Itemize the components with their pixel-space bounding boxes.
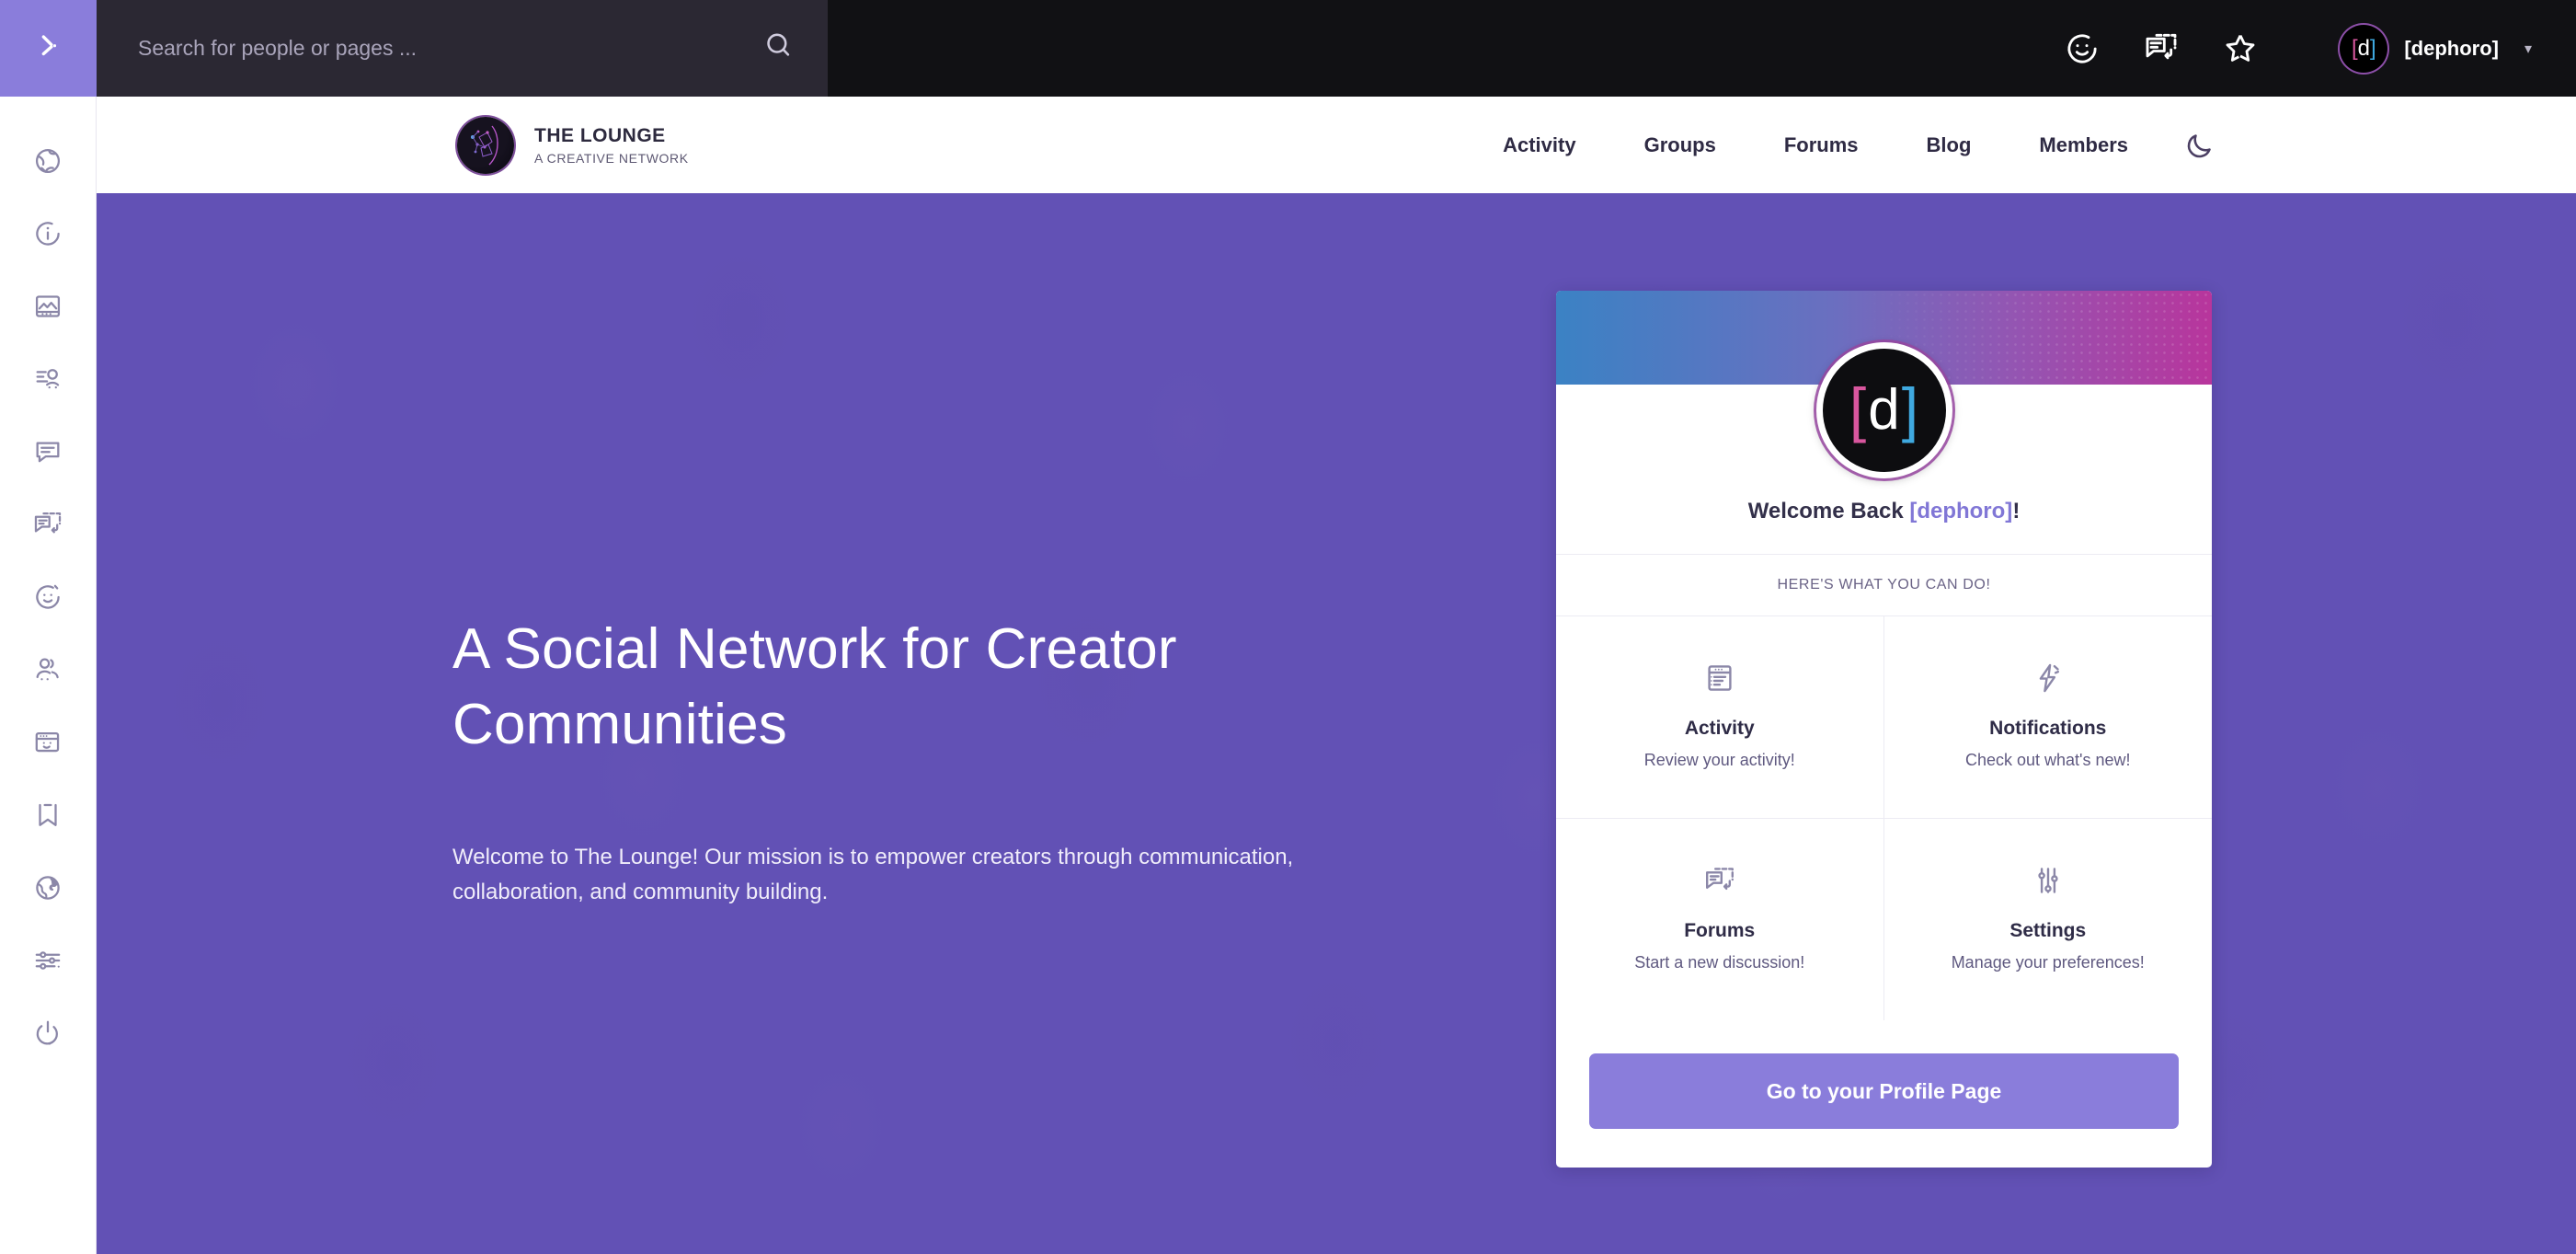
avatar-bracket-right: ]	[2369, 35, 2376, 61]
avatar: [ d ]	[2340, 24, 2388, 73]
profile-settings-icon	[32, 363, 63, 395]
nav-item-groups[interactable]: Groups	[1610, 133, 1750, 157]
avatar-bracket-left: [	[2351, 35, 2358, 61]
sidebar-item-groups[interactable]	[0, 633, 97, 706]
card-action-grid: Activity Review your activity! Notificat…	[1556, 616, 2212, 1020]
tile-title: Settings	[2009, 920, 2087, 941]
tile-desc: Start a new discussion!	[1634, 953, 1805, 972]
globe-icon	[32, 872, 63, 903]
search-icon[interactable]	[763, 30, 795, 66]
blog-window-icon	[32, 727, 63, 758]
card-strip-label: HERE'S WHAT YOU CAN DO!	[1556, 554, 2212, 616]
tile-title: Activity	[1684, 718, 1755, 739]
sidebar-item-logout[interactable]	[0, 996, 97, 1069]
tile-desc: Check out what's new!	[1964, 751, 2131, 769]
smiley-icon[interactable]	[2064, 30, 2101, 67]
forum-icon	[32, 509, 63, 540]
search-input[interactable]	[138, 36, 763, 61]
brand-title: THE LOUNGE	[534, 124, 666, 146]
card-avatar: [ d ]	[1815, 342, 1952, 478]
search-bar[interactable]	[97, 0, 828, 97]
comment-icon	[32, 436, 63, 467]
sidebar-item-settings[interactable]	[0, 924, 97, 996]
sidebar-item-info[interactable]	[0, 197, 97, 270]
left-sidebar	[0, 97, 97, 1254]
welcome-suffix: !	[2012, 499, 2021, 523]
power-icon	[32, 1018, 63, 1049]
sidebar-item-network[interactable]	[0, 124, 97, 197]
user-menu[interactable]: [ d ] [dephoro] ▾	[2340, 24, 2532, 73]
tile-title: Forums	[1684, 920, 1756, 941]
admin-bar: [ d ] [dephoro] ▾	[0, 0, 2576, 97]
star-icon[interactable]	[2222, 30, 2259, 67]
chevron-right-icon	[33, 30, 64, 66]
welcome-card: [ d ] Welcome Back [dephoro]! HERE'S WHA…	[1556, 291, 2212, 1168]
globe-network-icon	[32, 145, 63, 177]
card-cover-gradient: [ d ]	[1556, 291, 2212, 478]
avatar-bracket-left: [	[1849, 375, 1867, 444]
tile-settings[interactable]: Settings Manage your preferences!	[1884, 819, 2213, 1020]
welcome-username: [dephoro]	[1909, 499, 2013, 523]
dark-mode-toggle[interactable]	[2162, 130, 2238, 161]
card-footer: Go to your Profile Page	[1556, 1020, 2212, 1168]
sidebar-item-comments[interactable]	[0, 415, 97, 488]
hero-section: A Social Network for Creator Communities…	[97, 193, 2576, 1254]
nav-item-forums[interactable]: Forums	[1750, 133, 1893, 157]
avatar-letter: d	[2357, 35, 2370, 61]
smiley-icon	[32, 581, 63, 613]
sidebar-item-profile[interactable]	[0, 342, 97, 415]
hero-title: A Social Network for Creator Communities	[452, 617, 1177, 756]
tile-notifications[interactable]: Notifications Check out what's new!	[1883, 616, 2212, 819]
forums-icon	[1703, 861, 1736, 900]
tile-title: Notifications	[1989, 718, 2107, 739]
admin-bar-spacer	[828, 0, 2064, 97]
notifications-icon	[2032, 659, 2065, 697]
messages-icon[interactable]	[2143, 30, 2180, 67]
sidebar-item-bookmarks[interactable]	[0, 778, 97, 851]
sidebar-collapse-button[interactable]	[0, 0, 97, 97]
settings-sliders-icon	[2032, 861, 2065, 900]
tile-desc: Review your activity!	[1643, 751, 1795, 769]
avatar-bracket-right: ]	[1901, 375, 1919, 444]
site-nav: Activity Groups Forums Blog Members	[1469, 130, 2576, 161]
admin-bar-actions: [ d ] [dephoro] ▾	[2064, 0, 2576, 97]
moon-icon	[2184, 130, 2215, 161]
brand-subtitle: A CREATIVE NETWORK	[534, 150, 689, 166]
brand-text: THE LOUNGE A CREATIVE NETWORK	[534, 125, 689, 166]
site-brand[interactable]: THE LOUNGE A CREATIVE NETWORK	[457, 116, 689, 174]
sidebar-item-media[interactable]	[0, 270, 97, 342]
image-icon	[32, 291, 63, 322]
info-circle-icon	[32, 218, 63, 249]
go-to-profile-button[interactable]: Go to your Profile Page	[1589, 1053, 2179, 1129]
tile-desc: Manage your preferences!	[1951, 953, 2145, 972]
sliders-icon	[32, 945, 63, 976]
activity-icon	[1703, 659, 1736, 697]
nav-item-activity[interactable]: Activity	[1469, 133, 1609, 157]
bookmark-icon	[32, 800, 63, 831]
chevron-down-icon[interactable]: ▾	[2524, 40, 2532, 58]
tile-forums[interactable]: Forums Start a new discussion!	[1556, 819, 1884, 1020]
nav-item-blog[interactable]: Blog	[1893, 133, 2006, 157]
nav-item-members[interactable]: Members	[2005, 133, 2162, 157]
hero-subtitle: Welcome to The Lounge! Our mission is to…	[452, 844, 1294, 904]
tile-activity[interactable]: Activity Review your activity!	[1556, 616, 1884, 819]
sidebar-item-global[interactable]	[0, 851, 97, 924]
network-head-logo	[457, 116, 514, 174]
groups-icon	[32, 654, 63, 685]
sidebar-item-blog[interactable]	[0, 706, 97, 778]
hero-copy: A Social Network for Creator Communities…	[452, 612, 1409, 909]
site-header: THE LOUNGE A CREATIVE NETWORK Activity G…	[97, 97, 2576, 193]
sidebar-item-forums[interactable]	[0, 488, 97, 560]
avatar-letter: d	[1868, 378, 1900, 443]
user-name: [dephoro]	[2404, 36, 2499, 60]
sidebar-item-emoji[interactable]	[0, 560, 97, 633]
welcome-prefix: Welcome Back	[1747, 499, 1910, 523]
